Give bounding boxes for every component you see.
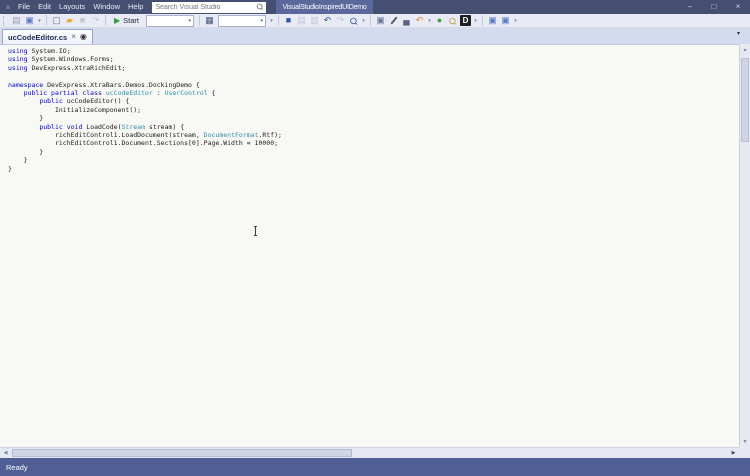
toolbar-grip[interactable] bbox=[3, 16, 8, 26]
run-config-combobox[interactable]: ▾ bbox=[146, 15, 194, 27]
tab-close-icon[interactable]: × bbox=[71, 32, 76, 42]
scroll-right-icon[interactable]: ▶ bbox=[728, 448, 739, 458]
code-line: } bbox=[8, 148, 739, 156]
toolbar-separator bbox=[199, 15, 200, 26]
search-icon: Ϙ bbox=[255, 2, 265, 12]
code-line: richEditControl1.Document.Sections[0].Pa… bbox=[8, 139, 739, 147]
toolbox-icon[interactable]: ▄ bbox=[400, 14, 413, 27]
minimize-icon[interactable]: – bbox=[678, 0, 702, 14]
search-box[interactable]: Ϙ bbox=[152, 2, 266, 13]
scroll-left-icon[interactable]: ◀ bbox=[0, 448, 11, 458]
menu-edit[interactable]: Edit bbox=[34, 0, 55, 14]
redo2-icon-disabled[interactable]: ↷ bbox=[334, 14, 347, 27]
code-line: } bbox=[8, 165, 739, 173]
dropdown-caret-icon[interactable]: ▾ bbox=[36, 14, 43, 27]
wrench-bar bbox=[390, 16, 397, 24]
tab-strip: ucCodeEditor.cs × ◉ ▾ bbox=[0, 28, 750, 44]
horizontal-scroll-thumb[interactable] bbox=[12, 449, 352, 457]
float-window-icon[interactable]: ▣ bbox=[486, 14, 499, 27]
start-label: Start bbox=[123, 16, 139, 25]
code-line: using DevExpress.XtraRichEdit; bbox=[8, 64, 739, 72]
code-line: public void LoadCode(Stream stream) { bbox=[8, 123, 739, 131]
dropdown-caret-icon[interactable]: ▾ bbox=[472, 14, 479, 27]
window-caption-text: VisualStudioInspiredUIDemo bbox=[282, 4, 366, 11]
plug-icon[interactable]: ● bbox=[433, 14, 446, 27]
code-line: public partial class ucCodeEditor : User… bbox=[8, 89, 739, 97]
wrench-icon[interactable] bbox=[387, 14, 400, 27]
title-bar: ≡ FileEditLayoutsWindowHelp Ϙ VisualStud… bbox=[0, 0, 750, 14]
code-line: public ucCodeEditor() { bbox=[8, 97, 739, 105]
vertical-scroll-thumb[interactable] bbox=[741, 58, 749, 142]
toolbar-separator bbox=[105, 15, 106, 26]
status-bar: Ready bbox=[0, 458, 750, 476]
window-caption: VisualStudioInspiredUIDemo bbox=[276, 0, 372, 14]
redo-icon-disabled[interactable]: ↷ bbox=[89, 14, 102, 27]
maximize-icon[interactable]: □ bbox=[702, 0, 726, 14]
menu-bar: FileEditLayoutsWindowHelp bbox=[14, 0, 147, 14]
save-file-icon[interactable]: ■ bbox=[282, 14, 295, 27]
new-window-icon[interactable]: ▣ bbox=[23, 14, 36, 27]
start-button[interactable]: ▶Start bbox=[109, 14, 144, 27]
code-line: using System.Windows.Forms; bbox=[8, 55, 739, 63]
code-line: richEditControl1.LoadDocument(stream, Do… bbox=[8, 131, 739, 139]
menu-help[interactable]: Help bbox=[124, 0, 147, 14]
menu-window[interactable]: Window bbox=[89, 0, 124, 14]
platform-combobox[interactable]: ▾ bbox=[218, 15, 266, 27]
copy-icon-disabled[interactable]: ▥ bbox=[308, 14, 321, 27]
scroll-up-icon[interactable]: ▲ bbox=[740, 44, 750, 55]
find-in-files-icon[interactable]: Ϙ bbox=[446, 14, 459, 27]
code-line: using System.IO; bbox=[8, 47, 739, 55]
add-window-icon[interactable]: ▤ bbox=[10, 14, 23, 27]
code-line: namespace DevExpress.XtraBars.Demos.Dock… bbox=[8, 81, 739, 89]
tab-uccodeeditor[interactable]: ucCodeEditor.cs × ◉ bbox=[2, 29, 93, 44]
dropdown-caret-icon[interactable]: ▾ bbox=[268, 14, 275, 27]
search-input[interactable] bbox=[152, 2, 255, 12]
start-play-icon: ▶ bbox=[114, 14, 120, 27]
open-folder-icon[interactable]: ▰ bbox=[63, 14, 76, 27]
find-icon[interactable]: Ϙ bbox=[347, 14, 360, 27]
text-cursor-ibeam bbox=[253, 226, 258, 236]
scrollbar-corner bbox=[739, 447, 750, 458]
vertical-scrollbar[interactable]: ▲ ▼ bbox=[739, 44, 750, 447]
code-line: } bbox=[8, 156, 739, 164]
dropdown-caret-icon[interactable]: ▾ bbox=[512, 14, 519, 27]
save-icon-disabled[interactable]: ■ bbox=[76, 14, 89, 27]
application-window: ≡ FileEditLayoutsWindowHelp Ϙ VisualStud… bbox=[0, 0, 750, 476]
tab-list-dropdown-icon[interactable]: ▾ bbox=[737, 30, 740, 37]
close-icon[interactable]: × bbox=[726, 0, 750, 14]
code-editor[interactable]: using System.IO;using System.Windows.For… bbox=[0, 44, 739, 447]
status-text: Ready bbox=[6, 463, 28, 472]
dock-window-icon[interactable]: ▣ bbox=[499, 14, 512, 27]
toolbar-separator bbox=[482, 15, 483, 26]
scroll-down-icon[interactable]: ▼ bbox=[740, 436, 750, 447]
menu-file[interactable]: File bbox=[14, 0, 34, 14]
devexpress-d-icon[interactable]: D bbox=[459, 14, 472, 27]
code-line: InitializeComponent(); bbox=[8, 106, 739, 114]
dropdown-caret-icon[interactable]: ▾ bbox=[426, 14, 433, 27]
tab-pin-icon[interactable]: ◉ bbox=[80, 32, 87, 42]
code-line bbox=[8, 72, 739, 80]
code-lines: using System.IO;using System.Windows.For… bbox=[0, 45, 739, 173]
toolbar: ▤▣▾▢▰■↷▶Start▾▦▾▾■▤▥↶↷Ϙ▾▣▄↶▾●ϘD▾▣▣▾ bbox=[0, 14, 750, 28]
properties-window-icon[interactable]: ▣ bbox=[374, 14, 387, 27]
toolbar-separator bbox=[370, 15, 371, 26]
new-file-icon[interactable]: ▢ bbox=[50, 14, 63, 27]
combobox-caret-icon[interactable]: ▾ bbox=[188, 18, 191, 24]
code-line: } bbox=[8, 114, 739, 122]
combobox-caret-icon[interactable]: ▾ bbox=[260, 18, 263, 24]
undo-icon[interactable]: ↶ bbox=[321, 14, 334, 27]
horizontal-scrollbar[interactable]: ◀ ▶ bbox=[0, 447, 739, 458]
app-icon: ≡ bbox=[2, 3, 14, 12]
dropdown-caret-icon[interactable]: ▾ bbox=[360, 14, 367, 27]
save-all-icon-disabled[interactable]: ▤ bbox=[295, 14, 308, 27]
tab-label: ucCodeEditor.cs bbox=[8, 33, 67, 42]
attach-process-icon[interactable]: ▦ bbox=[203, 14, 216, 27]
undo-orange-icon[interactable]: ↶ bbox=[413, 14, 426, 27]
toolbar-separator bbox=[46, 15, 47, 26]
window-controls: – □ × bbox=[678, 0, 750, 14]
toolbar-separator bbox=[278, 15, 279, 26]
menu-layouts[interactable]: Layouts bbox=[55, 0, 89, 14]
